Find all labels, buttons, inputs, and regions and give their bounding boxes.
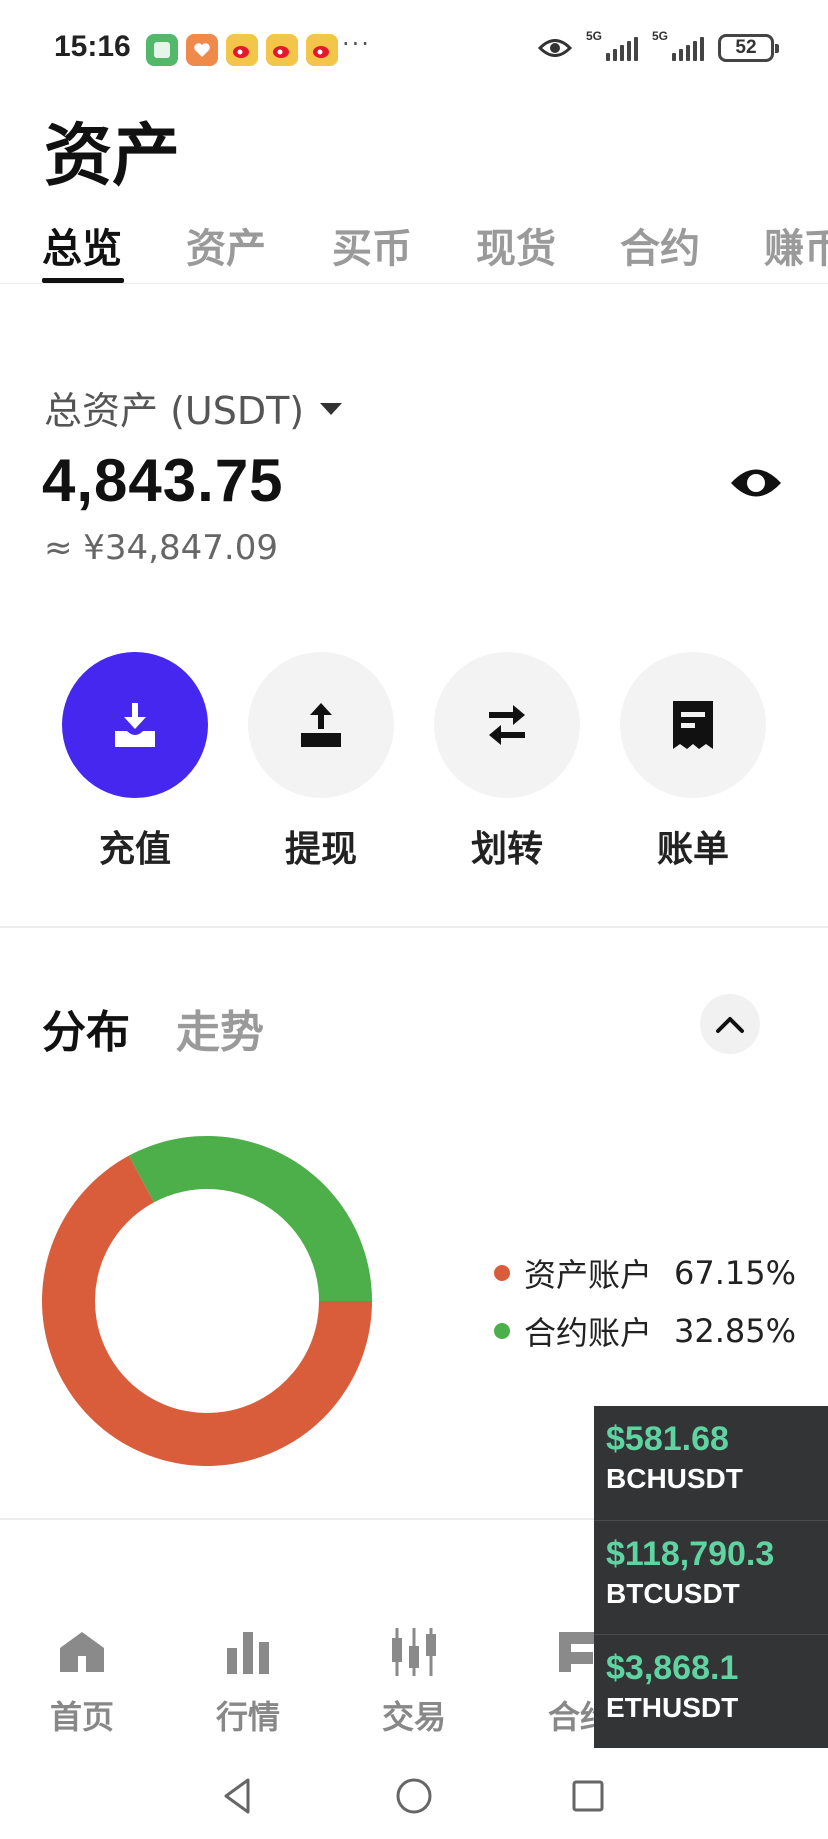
status-time: 15:16: [54, 30, 131, 63]
eye-comfort-icon: [538, 39, 572, 57]
ticker-item: $3,868.1 ETHUSDT: [594, 1634, 828, 1748]
tab-futures[interactable]: 合约: [620, 216, 700, 274]
weibo-notification-icon: [226, 34, 258, 66]
system-nav-bar: [0, 1760, 828, 1839]
weibo-notification-icon: [266, 34, 298, 66]
bill-label: 账单: [656, 829, 729, 870]
withdraw-label: 提现: [284, 829, 357, 870]
nav-trade[interactable]: 交易: [354, 1620, 474, 1738]
health-notification-icon: [186, 34, 218, 66]
back-icon[interactable]: [216, 1774, 260, 1818]
top-tabs: 总览 资产 买币 现货 合约 赚币: [0, 210, 828, 284]
active-tab-indicator: [42, 278, 124, 283]
ticker-symbol: BTCUSDT: [606, 1578, 740, 1609]
legend-name: 资产账户: [524, 1256, 653, 1294]
distribution-donut-chart: [41, 1136, 372, 1466]
tab-overview[interactable]: 总览: [42, 216, 122, 274]
deposit-button[interactable]: 充值: [62, 652, 208, 872]
signal-label: 5G: [586, 29, 603, 43]
quick-actions: 充值 提现 划转 账单: [0, 652, 828, 872]
notification-icons: [146, 34, 338, 66]
deposit-label: 充值: [98, 829, 171, 870]
home-icon: [60, 1632, 104, 1672]
donut-slice-2: [128, 1136, 372, 1301]
legend-percent: 32.85%: [674, 1312, 797, 1350]
legend-name: 合约账户: [524, 1314, 653, 1352]
transfer-circle: [434, 652, 580, 798]
page-title: 资产: [44, 117, 181, 196]
home-circle-icon[interactable]: [392, 1774, 436, 1818]
ticker-item: $581.68 BCHUSDT: [594, 1406, 828, 1520]
tab-earn[interactable]: 赚币: [764, 216, 828, 274]
eye-icon: [731, 469, 781, 497]
caret-down-icon: [320, 402, 343, 415]
ticker-price: $581.68: [606, 1420, 729, 1458]
ticker-price: $3,868.1: [606, 1649, 739, 1687]
ticker-item: $118,790.3 BTCUSDT: [594, 1520, 828, 1634]
transfer-icon: [489, 705, 525, 745]
ticker-symbol: BCHUSDT: [606, 1463, 743, 1494]
legend-percent: 67.15%: [674, 1254, 797, 1292]
deposit-circle: [62, 652, 208, 798]
bill-circle: [620, 652, 766, 798]
nav-market[interactable]: 行情: [188, 1620, 308, 1738]
deposit-icon: [115, 703, 155, 747]
legend-dot: [494, 1323, 510, 1339]
transfer-button[interactable]: 划转: [434, 652, 580, 872]
legend-item: 资产账户 67.15%: [494, 1244, 796, 1302]
withdraw-button[interactable]: 提现: [248, 652, 394, 872]
bill-button[interactable]: 账单: [620, 652, 766, 872]
battery-icon: 52: [718, 34, 779, 62]
legend-item: 合约账户 32.85%: [494, 1302, 796, 1360]
chart-legend: 资产账户 67.15% 合约账户 32.85%: [494, 1244, 796, 1360]
market-icon: [227, 1632, 269, 1674]
withdraw-icon: [301, 703, 341, 747]
tab-buy-crypto[interactable]: 买币: [332, 216, 412, 274]
nav-home[interactable]: 首页: [22, 1620, 142, 1738]
total-assets-value: 4,843.75: [42, 447, 284, 514]
tab-spot[interactable]: 现货: [476, 216, 556, 274]
status-right: 5G 5G 52: [538, 29, 779, 62]
tab-trend[interactable]: 走势: [176, 996, 264, 1060]
total-assets-cny: ≈ ¥34,847.09: [44, 528, 278, 568]
tab-distribution[interactable]: 分布: [42, 996, 130, 1060]
tab-assets[interactable]: 资产: [186, 216, 266, 274]
currency-selector[interactable]: 总资产 (USDT): [44, 380, 343, 435]
nav-label: 首页: [49, 1698, 114, 1736]
transfer-label: 划转: [470, 829, 543, 870]
app-notification-icon: [146, 34, 178, 66]
recents-icon[interactable]: [566, 1774, 610, 1818]
chevron-up-icon: [716, 1017, 744, 1033]
ticker-symbol: ETHUSDT: [606, 1692, 739, 1723]
ticker-price: $118,790.3: [606, 1535, 775, 1573]
visibility-toggle-button[interactable]: [728, 458, 784, 508]
collapse-button[interactable]: [700, 994, 760, 1054]
total-assets-label: 总资产 (USDT): [44, 389, 305, 433]
bill-icon: [673, 701, 713, 749]
withdraw-circle: [248, 652, 394, 798]
weibo-notification-icon: [306, 34, 338, 66]
nav-label: 交易: [381, 1698, 446, 1736]
signal-label: 5G: [652, 29, 669, 43]
nav-label: 行情: [215, 1698, 280, 1736]
price-ticker-overlay[interactable]: $581.68 BCHUSDT $118,790.3 BTCUSDT $3,86…: [594, 1406, 828, 1748]
signal-icon: 5G: [586, 29, 638, 61]
signal-icon: 5G: [652, 29, 704, 61]
legend-dot: [494, 1265, 510, 1281]
status-bar: 15:16 ··· 5G 5G 52: [0, 0, 828, 100]
more-notifications-icon: ···: [342, 30, 371, 58]
trade-icon: [392, 1628, 436, 1676]
section-divider: [0, 926, 828, 928]
